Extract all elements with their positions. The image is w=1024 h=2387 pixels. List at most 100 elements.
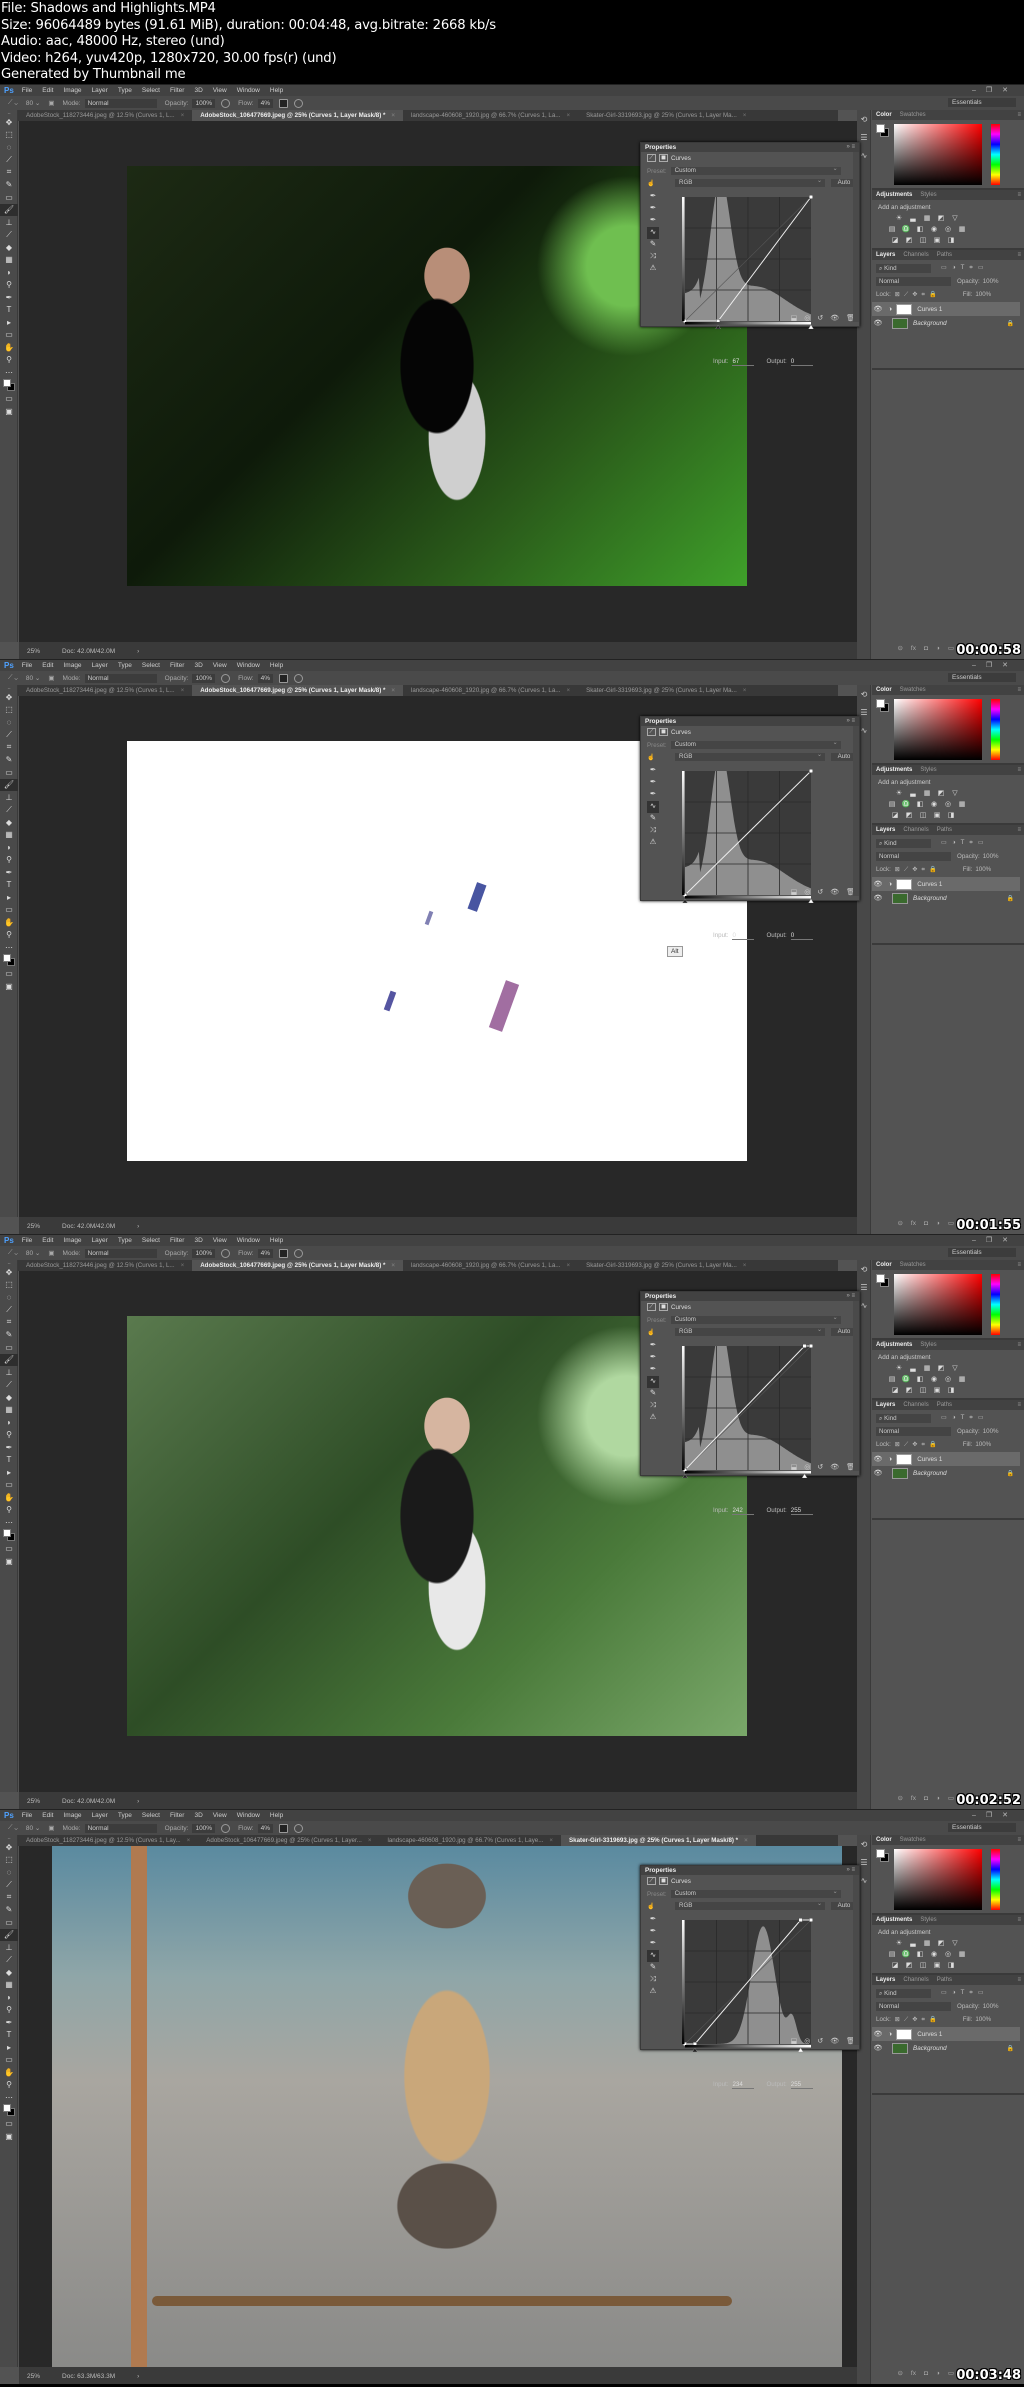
menu-3d[interactable]: 3D xyxy=(194,662,202,669)
preset-select[interactable]: Custom xyxy=(670,739,841,749)
output-field[interactable]: 0 xyxy=(790,932,813,940)
view-previous-icon[interactable]: ◎ xyxy=(804,2037,810,2045)
black-point-eyedropper-icon[interactable]: ✒ xyxy=(647,1340,659,1352)
quick-select-tool-icon[interactable]: ⟋ xyxy=(0,729,18,742)
adjustment-icon[interactable]: ▃ xyxy=(908,790,918,798)
hue-slider[interactable] xyxy=(991,1274,1000,1335)
screen-mode-icon[interactable]: ▣ xyxy=(0,980,18,993)
visibility-eye-icon[interactable]: 👁 xyxy=(872,2030,884,2038)
layer-background[interactable]: 👁 Background 🔒 xyxy=(872,1466,1020,1480)
curves-icon[interactable]: ⟋ xyxy=(647,1877,656,1885)
black-point-slider[interactable] xyxy=(682,898,688,903)
document-tab[interactable]: AdobeStock_106477669.jpeg @ 25% (Curves … xyxy=(198,1835,379,1846)
rectangle-tool-icon[interactable]: ▭ xyxy=(0,904,18,917)
healing-tool-icon[interactable]: ▭ xyxy=(0,191,18,204)
adjustment-icon[interactable]: ◪ xyxy=(890,1962,900,1970)
target-adjust-icon[interactable]: ☝ xyxy=(647,1902,659,1910)
panel-scrollbar[interactable] xyxy=(853,1875,859,2045)
document-tab[interactable]: AdobeStock_118273446.jpeg @ 12.5% (Curve… xyxy=(18,1260,192,1271)
menu-window[interactable]: Window xyxy=(237,87,260,94)
more-tool-icon[interactable]: ⋯ xyxy=(0,2091,18,2104)
adjustment-icon[interactable]: ◩ xyxy=(904,1387,914,1395)
eraser-tool-icon[interactable]: ◆ xyxy=(0,1391,18,1404)
hand-tool-icon[interactable]: ✋ xyxy=(0,2066,18,2079)
channel-select[interactable]: RGB xyxy=(675,1900,825,1910)
layer-opacity-field[interactable]: 100% xyxy=(983,1428,999,1435)
brush-tool-icon[interactable]: 🖌 xyxy=(0,778,18,791)
layer-filter-select[interactable]: ⌕ Kind xyxy=(876,838,931,848)
gray-point-eyedropper-icon[interactable]: ✒ xyxy=(647,777,659,789)
add-mask-icon[interactable]: ◘ xyxy=(924,2370,928,2377)
panel-menu-icon[interactable]: ≡ xyxy=(1017,827,1021,833)
path-select-tool-icon[interactable]: ▸ xyxy=(0,2041,18,2054)
pencil-draw-icon[interactable]: ✎ xyxy=(647,813,659,825)
menu-edit[interactable]: Edit xyxy=(42,1237,53,1244)
history-brush-tool-icon[interactable]: ⟋ xyxy=(0,1954,18,1967)
blend-mode-select[interactable]: Normal xyxy=(876,1426,951,1436)
rectangle-tool-icon[interactable]: ▭ xyxy=(0,329,18,342)
type-tool-icon[interactable]: T xyxy=(0,1454,18,1467)
adjustment-icon[interactable]: ▦ xyxy=(922,790,932,798)
history-brush-tool-icon[interactable]: ⟋ xyxy=(0,1379,18,1392)
reset-icon[interactable]: ↺ xyxy=(817,314,823,322)
document-tab[interactable]: Skater-Girl-3319693.jpg @ 25% (Curves 1,… xyxy=(561,1835,756,1846)
flow-field[interactable]: 4% xyxy=(257,673,274,683)
curve-control-point[interactable] xyxy=(808,1344,813,1348)
toggle-visibility-icon[interactable]: 👁 xyxy=(830,1463,839,1471)
adjustment-icon[interactable]: ♎ xyxy=(901,1951,911,1959)
foreground-color-icon[interactable] xyxy=(3,378,11,387)
dodge-tool-icon[interactable]: ⚲ xyxy=(0,1429,18,1442)
zoom-tool-icon[interactable]: ⚲ xyxy=(0,929,18,942)
zoom-level[interactable]: 25% xyxy=(27,648,40,655)
adjustment-icon[interactable]: ◩ xyxy=(936,1940,946,1948)
view-previous-icon[interactable]: ◎ xyxy=(804,1463,810,1471)
lasso-tool-icon[interactable]: ◌ xyxy=(0,1866,18,1879)
adjustment-icon[interactable]: ☀ xyxy=(894,790,904,798)
clone-stamp-tool-icon[interactable]: ⊥ xyxy=(0,216,18,229)
foreground-color-icon[interactable] xyxy=(3,2103,11,2112)
color-picker-field[interactable] xyxy=(894,1849,982,1910)
adjustment-icon[interactable]: ▦ xyxy=(922,1940,932,1948)
adjustment-icon[interactable]: ◪ xyxy=(890,1387,900,1395)
adjustment-icon[interactable]: ◧ xyxy=(915,1951,925,1959)
eyedropper-tool-icon[interactable]: ✎ xyxy=(0,1904,18,1917)
close-tab-icon[interactable]: × xyxy=(566,687,570,694)
adjustment-icon[interactable]: ◉ xyxy=(929,801,939,809)
blend-mode-select[interactable]: Normal xyxy=(876,2001,951,2011)
opacity-field[interactable]: 100% xyxy=(192,1248,216,1258)
new-group-icon[interactable]: ▭ xyxy=(948,1219,954,1227)
curve-control-point[interactable] xyxy=(802,1344,807,1348)
link-layers-icon[interactable]: ⊝ xyxy=(897,1794,902,1802)
foreground-color-swatch[interactable] xyxy=(876,699,885,708)
zoom-tool-icon[interactable]: ⚲ xyxy=(0,354,18,367)
layer-filter-icons[interactable]: ▭◑T⌗▭ xyxy=(941,264,989,272)
white-point-eyedropper-icon[interactable]: ✒ xyxy=(647,215,659,227)
menu-image[interactable]: Image xyxy=(63,1237,81,1244)
menu-3d[interactable]: 3D xyxy=(194,1812,202,1819)
tab-channels[interactable]: Channels xyxy=(903,1977,928,1983)
tab-swatches[interactable]: Swatches xyxy=(900,687,926,693)
panel-collapse-icon[interactable]: » ≡ xyxy=(846,144,855,150)
close-tab-icon[interactable]: × xyxy=(187,1837,191,1844)
fill-field[interactable]: 100% xyxy=(975,866,991,873)
tab-paths[interactable]: Paths xyxy=(937,1977,952,1983)
zoom-level[interactable]: 25% xyxy=(27,2373,40,2380)
clipping-warning-icon[interactable]: ⚠ xyxy=(647,837,659,849)
preset-select[interactable]: Custom xyxy=(670,165,841,175)
quick-select-tool-icon[interactable]: ⟋ xyxy=(0,1304,18,1317)
menu-3d[interactable]: 3D xyxy=(194,1237,202,1244)
lock-icons[interactable]: ⊠⟋✥⌗🔒 xyxy=(895,865,941,874)
crop-tool-icon[interactable]: ⌗ xyxy=(0,1316,18,1329)
dodge-tool-icon[interactable]: ⚲ xyxy=(0,279,18,292)
menu-image[interactable]: Image xyxy=(63,87,81,94)
gradient-tool-icon[interactable]: ▦ xyxy=(0,829,18,842)
adjustment-icon[interactable]: ◨ xyxy=(946,812,956,820)
panel-menu-icon[interactable]: ≡ xyxy=(1017,192,1021,198)
add-mask-icon[interactable]: ◘ xyxy=(924,1795,928,1802)
channel-select[interactable]: RGB xyxy=(675,177,825,187)
panel-menu-icon[interactable]: ≡ xyxy=(1017,1917,1021,1923)
visibility-eye-icon[interactable]: 👁 xyxy=(872,894,884,902)
more-tool-icon[interactable]: ⋯ xyxy=(0,366,18,379)
tab-adjustments[interactable]: Adjustments xyxy=(876,192,912,198)
tab-swatches[interactable]: Swatches xyxy=(900,1262,926,1268)
